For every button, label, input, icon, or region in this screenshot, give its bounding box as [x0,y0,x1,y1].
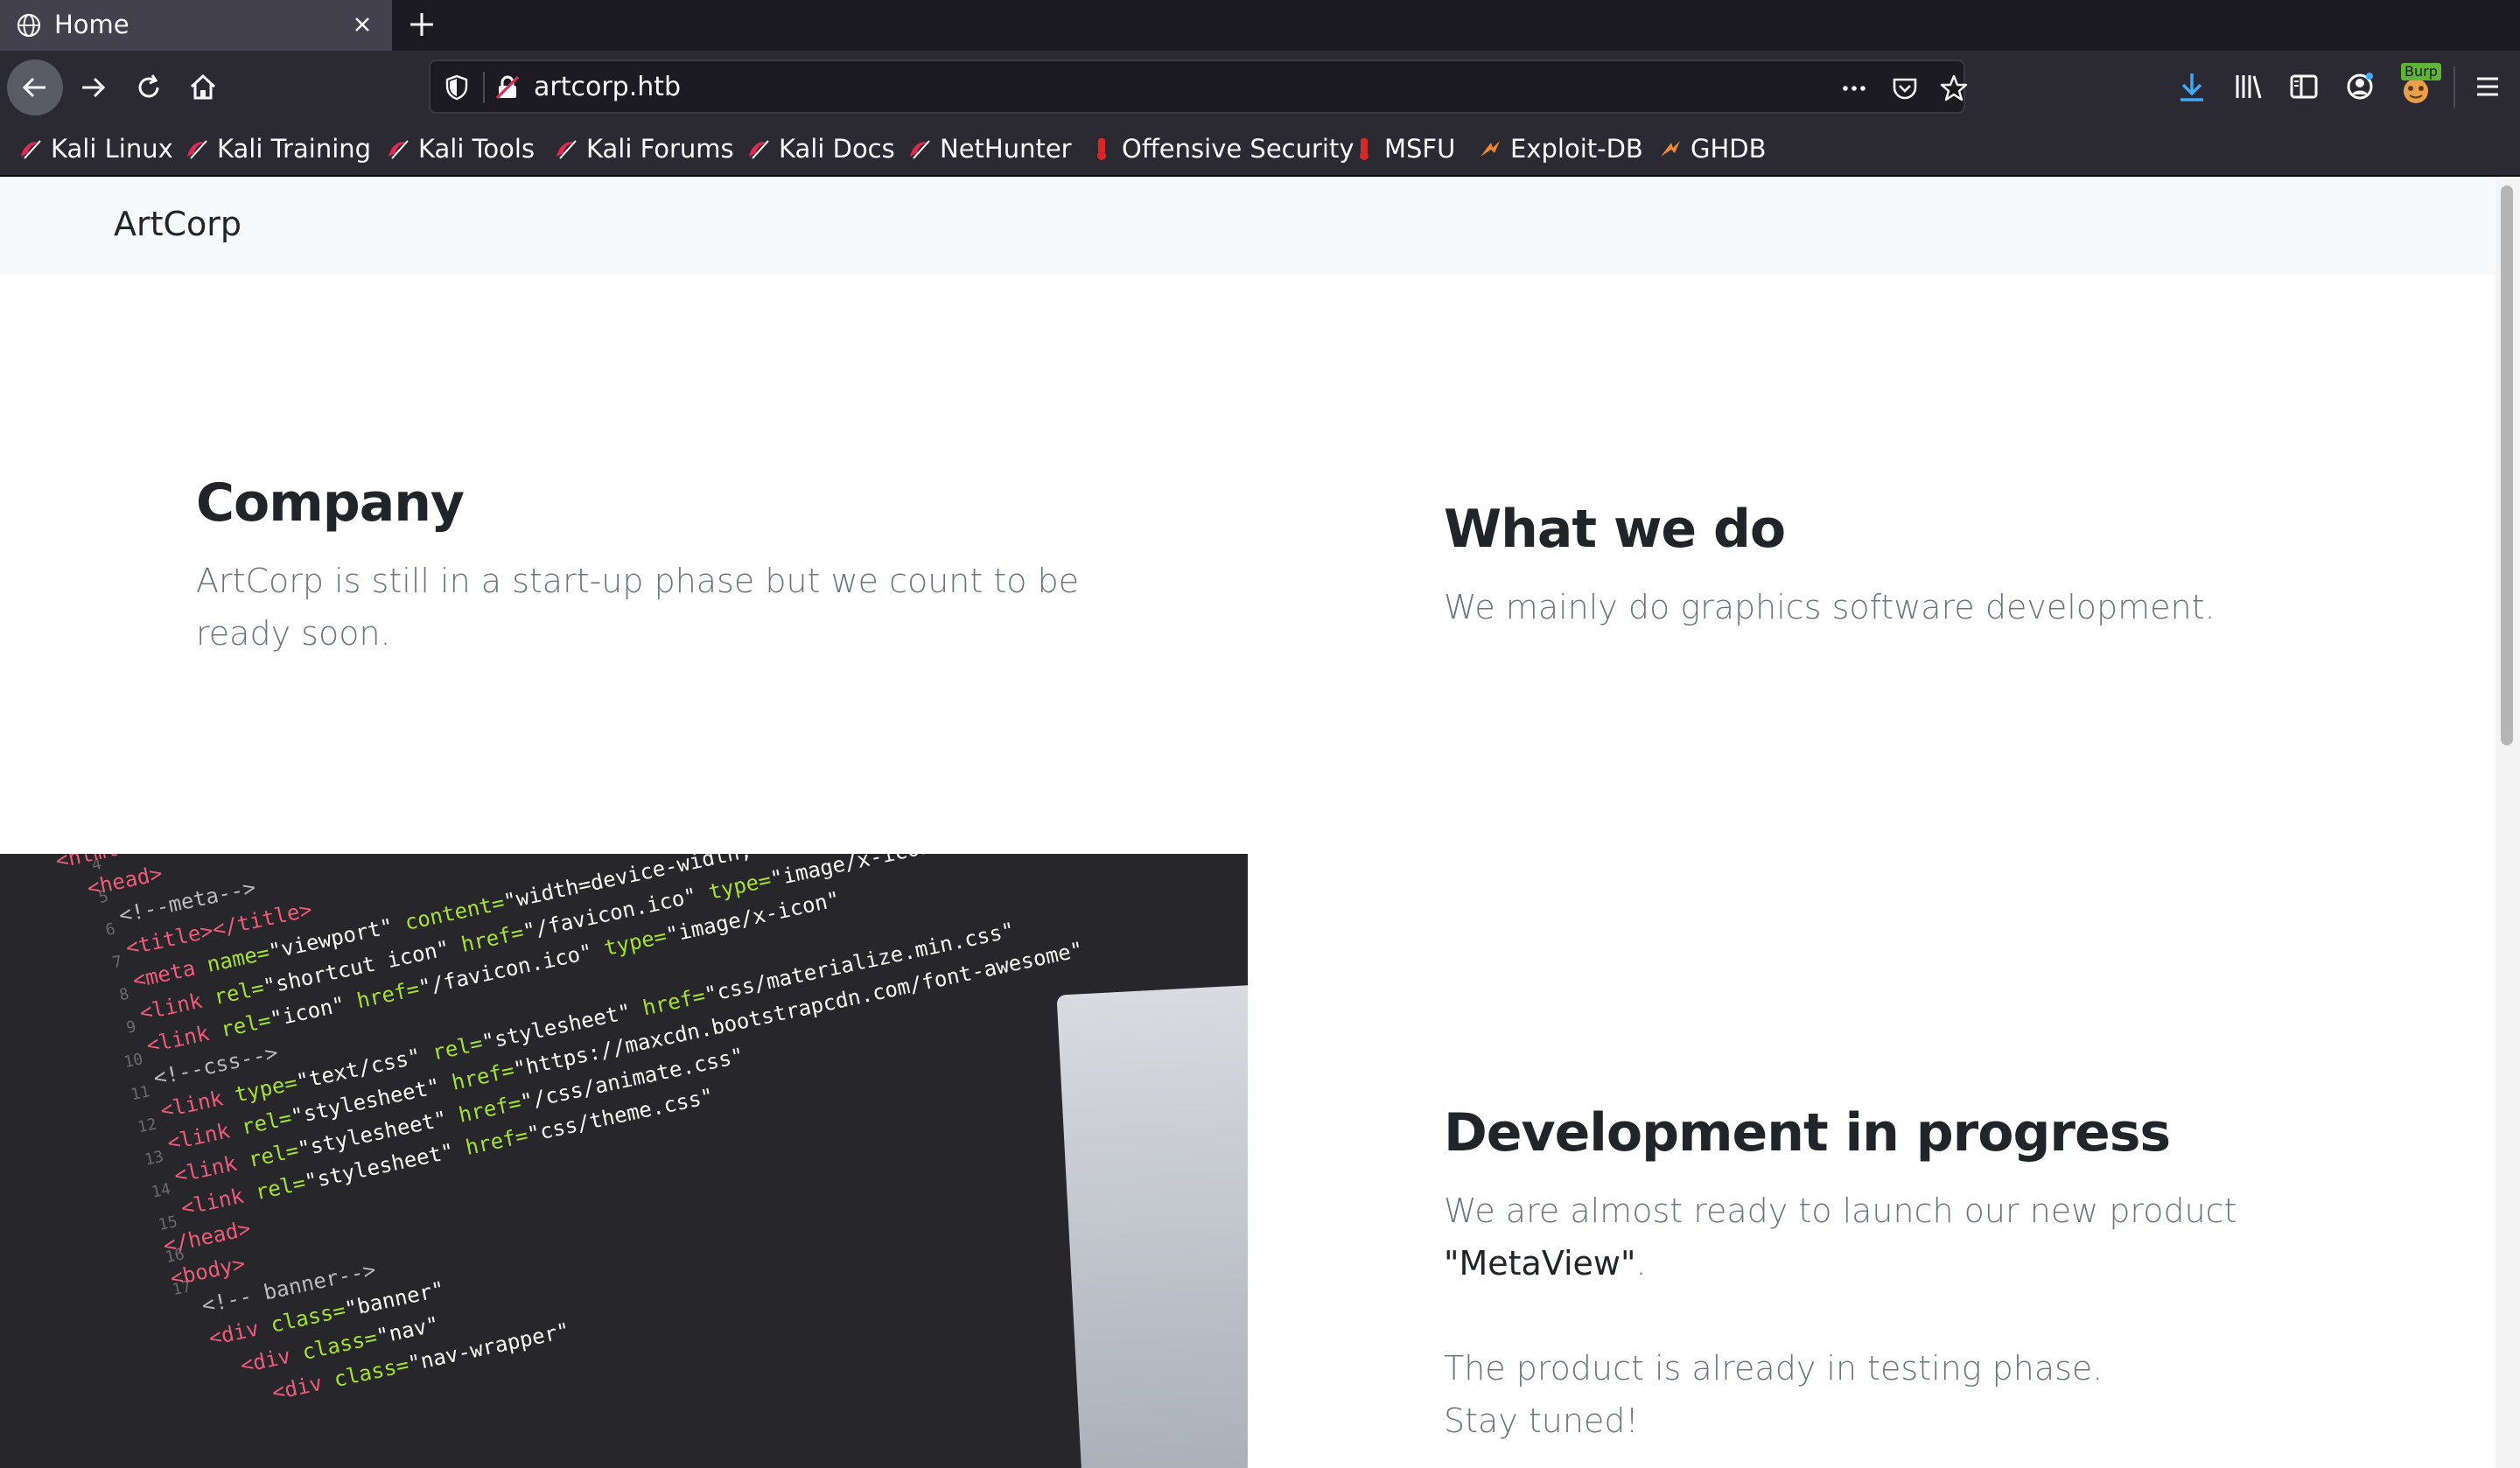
bookmark-item[interactable]: GHDB [1657,131,1767,166]
home-button[interactable] [175,59,231,115]
plus-icon[interactable] [406,9,438,40]
kali-icon [556,140,577,159]
kali-icon [21,140,41,159]
bookmark-item[interactable]: Kali Docs [746,131,895,166]
home-icon [190,73,216,100]
development-text-line1: We are almost ready to launch our new pr… [1444,1192,2237,1230]
scrollbar-thumb[interactable] [2501,185,2513,745]
offsec-icon [1360,138,1368,160]
web-page: ArtCorp Company ArtCorp is still in a st… [0,177,2496,1468]
product-suffix: . [1635,1244,1647,1283]
bookmark-item[interactable]: Kali Forums [553,131,734,166]
library-icon[interactable] [2230,68,2266,105]
kali-icon [187,140,207,159]
bookmark-item[interactable]: MSFU [1351,131,1455,166]
bookmark-item[interactable]: NetHunter [906,131,1072,166]
development-text-line3: The product is already in testing phase. [1444,1349,2104,1388]
arrow-left-icon [22,77,46,98]
account-icon[interactable] [2342,68,2378,105]
bookmark-item[interactable]: Kali Tools [385,131,535,166]
sidebar-icon[interactable] [2286,68,2322,105]
more-actions-icon[interactable] [1839,73,1869,103]
page-scrollbar[interactable] [2496,177,2520,1468]
what-we-do-heading: What we do [1444,499,1786,560]
development-heading: Development in progress [1444,1102,2171,1164]
company-heading: Company [196,472,465,534]
development-text-line2: "MetaView". [1444,1237,1647,1290]
burp-extension-button[interactable]: Burp [2398,63,2441,107]
bookmarks-toolbar: Kali Linux Kali Training Kali Tools Kali Fo… [0,124,2520,177]
pocket-icon[interactable] [1890,73,1920,103]
url-bar[interactable]: artcorp.htb [429,59,1968,114]
bookmark-label: NetHunter [940,134,1072,164]
bookmark-label: Kali Tools [418,134,536,164]
exploitdb-icon [1661,141,1680,157]
url-text[interactable]: artcorp.htb [534,70,681,105]
tab-bar: Home [0,0,2520,51]
code-screenshot-image: 4 5 6 7 8 9 10 11 12 13 14 15 16 17 <htm… [0,854,1248,1468]
globe-icon [17,13,41,38]
bookmark-star-icon[interactable] [1939,73,1969,103]
bookmark-item[interactable]: Kali Training [184,131,371,166]
kali-icon [910,140,930,159]
bookmark-label: Kali Forums [586,134,734,164]
code-graphic: <html> <head> <!--meta--> <title></title… [53,854,1086,1406]
site-navbar: ArtCorp [0,177,2496,275]
tab-title: Home [54,10,130,39]
bookmark-label: Offensive Security [1122,134,1354,164]
bookmark-label: Kali Docs [779,134,895,164]
burp-badge: Burp [2401,63,2441,80]
menu-icon[interactable] [2469,68,2506,105]
back-button[interactable] [7,59,63,115]
bookmark-label: Kali Linux [51,134,173,164]
reload-button[interactable] [121,59,177,115]
bookmark-item[interactable]: Offensive Security [1088,131,1354,166]
tab-home[interactable]: Home [0,0,392,51]
close-icon[interactable] [348,10,376,38]
bookmark-item[interactable]: Kali Linux [18,131,173,166]
bookmark-label: Exploit-DB [1510,134,1643,164]
company-text-line2: ready soon. [196,614,391,653]
bookmark-label: GHDB [1690,134,1767,164]
offsec-icon [1097,138,1106,160]
development-text-line4: Stay tuned! [1444,1402,1639,1440]
download-icon[interactable] [2174,68,2210,105]
url-separator [483,72,485,103]
site-brand[interactable]: ArtCorp [114,205,242,243]
navigation-toolbar: artcorp.htb Burp [0,51,2520,124]
arrow-right-icon [82,77,106,98]
reload-icon [138,74,159,98]
forward-button[interactable] [65,59,121,115]
kali-icon [388,140,409,159]
bookmark-item[interactable]: Exploit-DB [1477,131,1643,166]
exploitdb-icon [1480,141,1500,157]
shield-icon[interactable] [443,73,471,101]
company-text-line1: ArtCorp is still in a start-up phase but… [196,562,1080,600]
insecure-lock-icon[interactable] [494,73,522,101]
product-name: "MetaView" [1444,1244,1636,1283]
bookmark-label: Kali Training [217,134,372,164]
bookmark-label: MSFU [1384,134,1456,164]
kali-icon [749,140,769,159]
what-we-do-text: We mainly do graphics software developme… [1444,588,2216,626]
toolbar-separator [2454,66,2455,108]
